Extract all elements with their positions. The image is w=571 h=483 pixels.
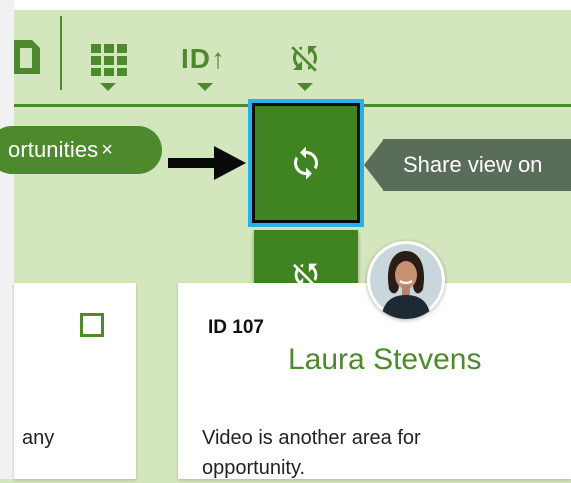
sync-dropdown-caret[interactable]	[297, 83, 313, 91]
card-id: ID 107	[208, 317, 264, 338]
share-view-tooltip: Share view on	[383, 139, 571, 191]
sort-dropdown-caret[interactable]	[197, 83, 213, 91]
chip-remove-icon[interactable]: ×	[101, 139, 113, 162]
avatar	[367, 241, 445, 319]
top-bar	[0, 0, 571, 10]
sync-disabled-icon[interactable]	[287, 40, 323, 76]
card-description: Video is another area for opportunity.	[202, 427, 421, 479]
tooltip-pointer	[364, 139, 384, 191]
filter-chip-label: ortunities	[8, 137, 99, 162]
opportunity-card[interactable]: any	[14, 283, 136, 479]
share-view-button[interactable]	[248, 99, 364, 227]
filter-chip[interactable]: ortunities ×	[0, 126, 162, 174]
card-description: any	[22, 427, 55, 449]
arrow-icon	[168, 146, 246, 180]
grid-icon[interactable]	[91, 44, 127, 76]
person-portrait-icon	[370, 244, 442, 319]
card-title: Laura Stevens	[288, 343, 482, 376]
card-checkbox[interactable]	[80, 313, 104, 337]
left-edge	[0, 0, 14, 479]
partial-toolbar-icon[interactable]	[14, 34, 40, 74]
opportunity-card[interactable]: ID 107 Laura Stevens Video is another ar…	[178, 283, 571, 479]
sort-button[interactable]: ID↑	[181, 43, 226, 75]
grid-dropdown-caret[interactable]	[100, 83, 116, 91]
toolbar-divider	[60, 16, 62, 90]
sync-icon	[294, 146, 318, 180]
